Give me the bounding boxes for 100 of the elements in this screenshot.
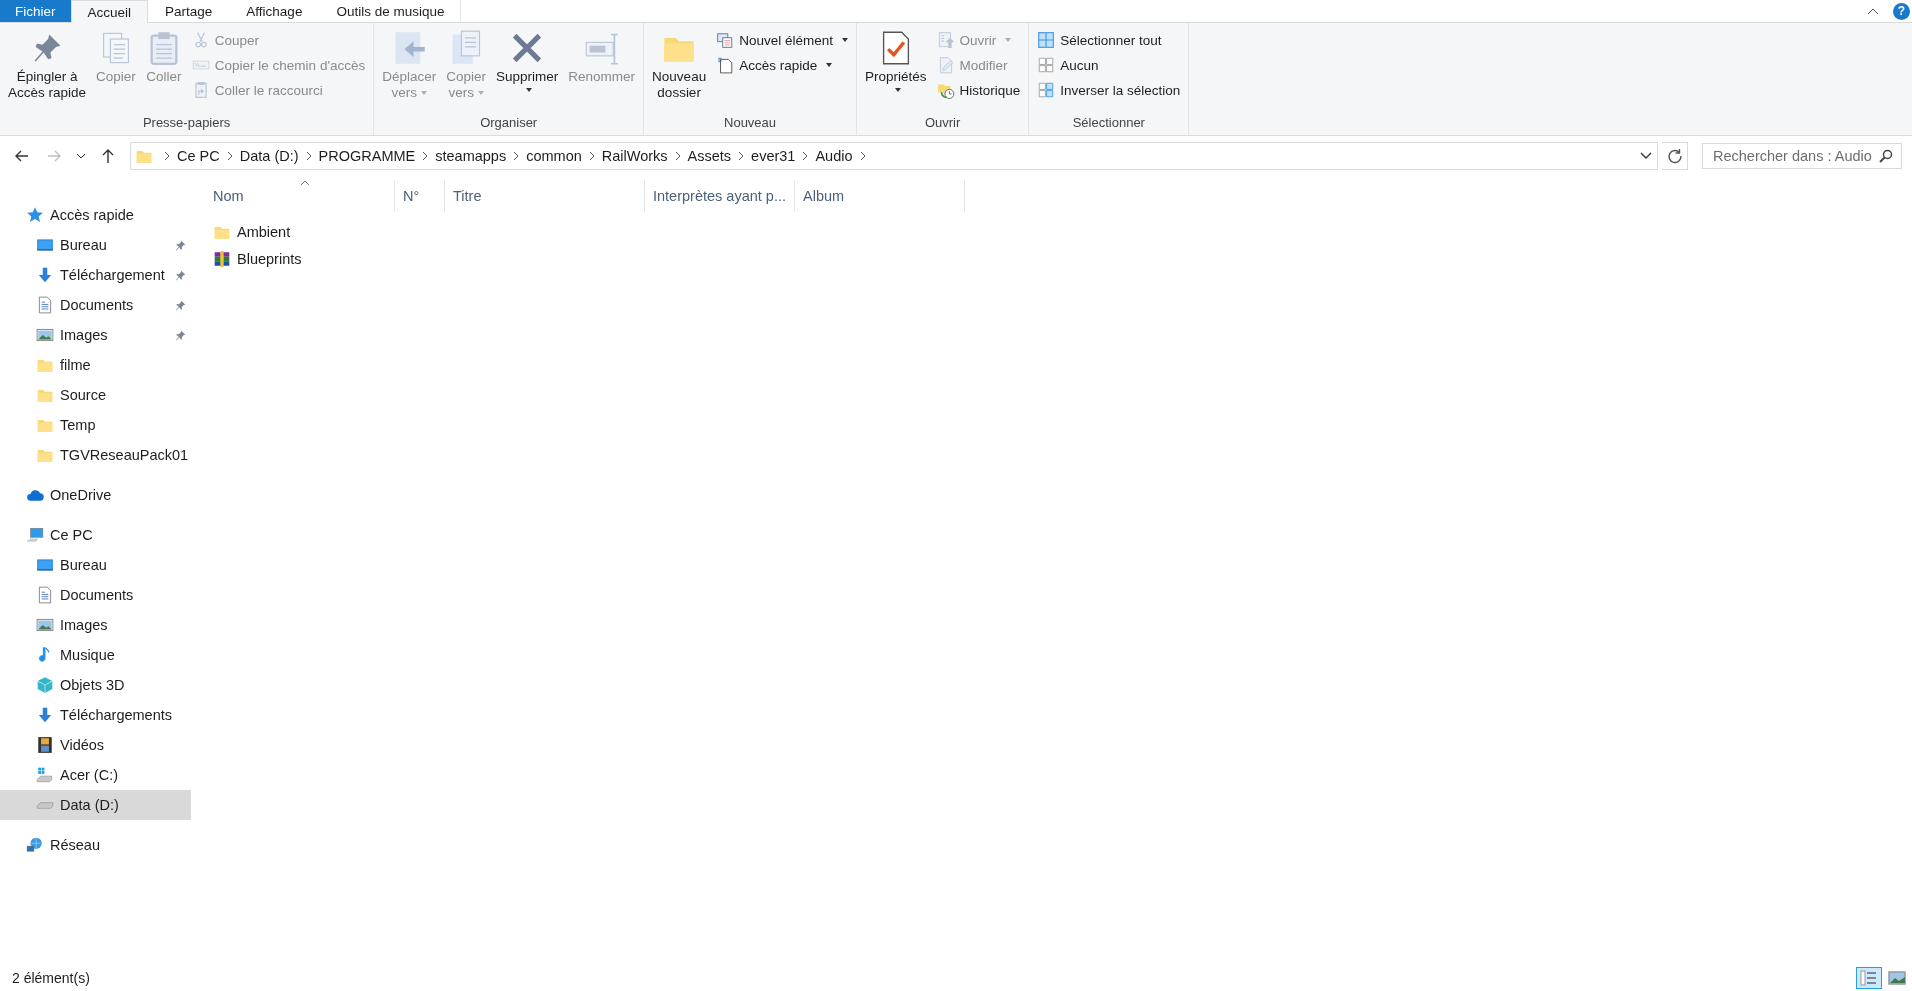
arrow-up-icon bbox=[100, 148, 116, 164]
column-header[interactable]: Nom bbox=[205, 180, 395, 212]
pin-icon bbox=[174, 269, 187, 282]
history-icon bbox=[936, 81, 955, 99]
ribbon-button[interactable]: Supprimer bbox=[492, 27, 563, 99]
group-label: Ouvrir bbox=[923, 114, 962, 132]
column-header[interactable]: N° bbox=[395, 180, 445, 212]
picture-icon bbox=[1888, 971, 1906, 985]
ribbon-button[interactable]: Accès rapide bbox=[712, 54, 852, 76]
film-icon bbox=[36, 736, 54, 754]
refresh-button[interactable] bbox=[1662, 142, 1688, 170]
nav-item[interactable]: Téléchargements bbox=[0, 700, 191, 730]
chevron-icon bbox=[225, 151, 234, 161]
ribbon-button[interactable]: Historique bbox=[932, 79, 1025, 101]
nav-item[interactable]: TGVReseauPack01 bbox=[0, 440, 191, 470]
easy-access-icon bbox=[716, 56, 735, 74]
chevron-icon bbox=[512, 151, 521, 161]
breadcrumb[interactable]: common bbox=[520, 148, 588, 164]
pin-icon bbox=[174, 329, 187, 342]
breadcrumb[interactable]: steamapps bbox=[429, 148, 513, 164]
invert-selection-icon bbox=[1037, 81, 1056, 99]
ribbon-button[interactable]: Aucun bbox=[1033, 54, 1185, 76]
nav-item[interactable]: Accès rapide bbox=[0, 200, 191, 230]
help-button[interactable]: ? bbox=[1893, 2, 1910, 20]
breadcrumb[interactable]: Assets bbox=[681, 148, 738, 164]
ribbon-tab[interactable]: Partage bbox=[148, 0, 230, 22]
open-icon bbox=[936, 31, 955, 49]
nav-item[interactable]: Source bbox=[0, 380, 191, 410]
nav-item[interactable]: Téléchargement bbox=[0, 260, 191, 290]
nav-item[interactable]: Bureau bbox=[0, 550, 191, 580]
chevron-down-icon bbox=[76, 153, 86, 159]
group-label: Presse-papiers bbox=[141, 114, 232, 132]
desktop-icon bbox=[36, 236, 54, 254]
ribbon-button[interactable]: Épingler à Accès rapide bbox=[4, 27, 91, 104]
star-icon bbox=[26, 206, 44, 224]
breadcrumb[interactable]: Audio bbox=[809, 148, 859, 164]
ribbon-button[interactable]: Nouvel élément bbox=[712, 29, 852, 51]
group-label: Nouveau bbox=[723, 114, 778, 132]
desktop-icon bbox=[36, 556, 54, 574]
file-row[interactable]: Ambient bbox=[205, 218, 443, 245]
pin-icon bbox=[174, 299, 187, 312]
nav-item[interactable]: Bureau bbox=[0, 230, 191, 260]
ribbon-button[interactable]: Nouveau dossier bbox=[648, 27, 711, 104]
drive-icon bbox=[36, 766, 54, 784]
nav-item[interactable]: OneDrive bbox=[0, 480, 191, 510]
chevron-icon bbox=[304, 151, 313, 161]
chevron-icon bbox=[858, 151, 867, 161]
nav-item[interactable]: Images bbox=[0, 320, 191, 350]
ribbon-button[interactable]: Propriétés bbox=[860, 27, 931, 99]
arrow-icon bbox=[14, 148, 30, 164]
nav-item[interactable]: Acer (C:) bbox=[0, 760, 191, 790]
ribbon-button[interactable]: Sélectionner tout bbox=[1033, 29, 1185, 51]
download-icon bbox=[36, 706, 54, 724]
column-header[interactable]: Titre bbox=[445, 180, 645, 212]
column-header[interactable]: Interprètes ayant p... bbox=[645, 180, 795, 212]
breadcrumb[interactable]: RailWorks bbox=[595, 148, 674, 164]
picture-icon bbox=[36, 616, 54, 634]
search-field[interactable]: Rechercher dans : Audio bbox=[1702, 143, 1902, 169]
nav-item[interactable]: Vidéos bbox=[0, 730, 191, 760]
details-view-button[interactable] bbox=[1856, 967, 1882, 989]
nav-item[interactable]: Objets 3D bbox=[0, 670, 191, 700]
breadcrumb[interactable]: Ce PC bbox=[171, 148, 226, 164]
ribbon-button[interactable]: Inverser la sélection bbox=[1033, 79, 1185, 101]
select-none-icon bbox=[1037, 56, 1056, 74]
group-label: Sélectionner bbox=[1071, 114, 1146, 132]
nav-item[interactable]: Temp bbox=[0, 410, 191, 440]
nav-item[interactable]: Data (D:) bbox=[0, 790, 191, 820]
chevron-icon bbox=[673, 151, 682, 161]
address-field[interactable]: Ce PC Data (D:) PROGRAMME steamapps common RailWorks Assets ever31 Audio bbox=[130, 142, 1658, 170]
nav-item[interactable]: Documents bbox=[0, 290, 191, 320]
ribbon-tab[interactable]: Accueil bbox=[70, 0, 149, 23]
ribbon-tab[interactable]: Outils de musique bbox=[319, 0, 462, 22]
nav-item[interactable]: Documents bbox=[0, 580, 191, 610]
pin-icon bbox=[174, 239, 187, 252]
breadcrumb[interactable]: PROGRAMME bbox=[312, 148, 422, 164]
nav-item[interactable]: Images bbox=[0, 610, 191, 640]
chevron-icon bbox=[737, 151, 746, 161]
computer-icon bbox=[26, 526, 44, 544]
column-header[interactable]: Album bbox=[795, 180, 965, 212]
chevron-down-icon bbox=[1640, 152, 1652, 160]
cube-icon bbox=[36, 676, 54, 694]
ribbon-tab[interactable]: Affichage bbox=[229, 0, 320, 22]
breadcrumb[interactable]: Data (D:) bbox=[233, 148, 305, 164]
chevron-icon bbox=[587, 151, 596, 161]
nav-item[interactable]: Réseau bbox=[0, 830, 191, 860]
refresh-icon bbox=[1666, 148, 1683, 164]
search-icon bbox=[1879, 149, 1893, 163]
chevron-icon bbox=[421, 151, 430, 161]
ribbon-tab[interactable]: Fichier bbox=[0, 0, 71, 22]
group-label: Organiser bbox=[479, 114, 539, 132]
collapse-ribbon-icon[interactable] bbox=[1867, 7, 1879, 15]
arrow-icon bbox=[46, 148, 62, 164]
nav-item[interactable]: filme bbox=[0, 350, 191, 380]
breadcrumb[interactable]: ever31 bbox=[745, 148, 802, 164]
nav-item[interactable]: Ce PC bbox=[0, 520, 191, 550]
nav-item[interactable]: Musique bbox=[0, 640, 191, 670]
chevron-icon bbox=[163, 151, 171, 161]
file-row[interactable]: Blueprints bbox=[205, 245, 443, 272]
download-icon bbox=[36, 266, 54, 284]
new-item-icon bbox=[716, 31, 735, 49]
